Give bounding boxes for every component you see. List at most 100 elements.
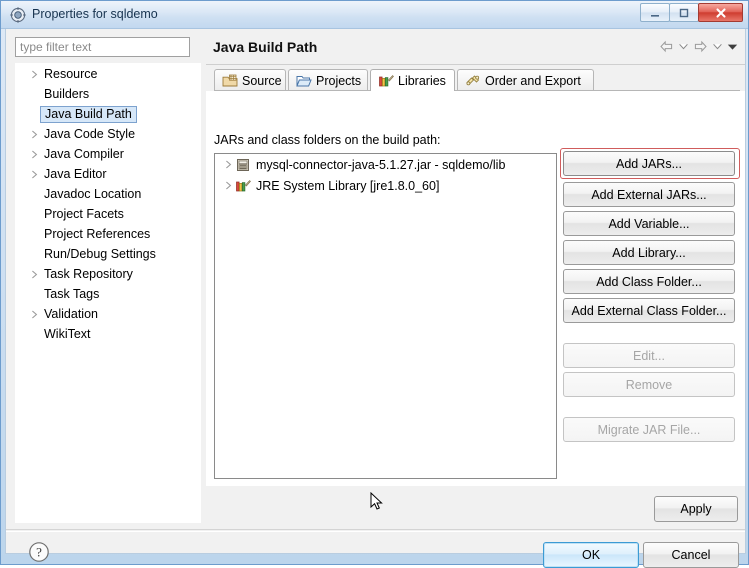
- sidebar-item-java-build-path[interactable]: Java Build Path: [16, 104, 200, 124]
- expand-chevron-right-icon[interactable]: [28, 270, 41, 279]
- sidebar-item-run-debug-settings[interactable]: Run/Debug Settings: [16, 244, 200, 264]
- expand-chevron-right-icon[interactable]: [221, 181, 235, 190]
- action-button-wrapper: Remove: [563, 372, 739, 397]
- footer-divider: [6, 529, 745, 530]
- expand-chevron-right-icon[interactable]: [28, 170, 41, 179]
- action-button-wrapper: Add External JARs...: [563, 182, 739, 207]
- add-variable-button[interactable]: Add Variable...: [563, 211, 735, 236]
- maximize-button[interactable]: [669, 3, 699, 22]
- sidebar-item-java-compiler[interactable]: Java Compiler: [16, 144, 200, 164]
- sidebar-item-task-repository[interactable]: Task Repository: [16, 264, 200, 284]
- expand-chevron-right-icon[interactable]: [28, 130, 41, 139]
- filter-input[interactable]: [15, 37, 190, 57]
- build-path-entry-label: JRE System Library [jre1.8.0_60]: [256, 178, 440, 193]
- add-jars-button[interactable]: Add JARs...: [563, 151, 735, 176]
- action-button-wrapper: Add Variable...: [563, 211, 739, 236]
- build-path-entry-row[interactable]: JRE System Library [jre1.8.0_60]: [215, 175, 556, 196]
- libraries-tab-panel: JARs and class folders on the build path…: [206, 91, 745, 486]
- forward-history-chevron-down-icon[interactable]: [711, 38, 724, 55]
- sidebar-item-resource[interactable]: Resource: [16, 64, 200, 84]
- maximize-icon: [670, 4, 698, 21]
- cancel-button[interactable]: Cancel: [643, 542, 739, 568]
- back-arrow-icon[interactable]: [658, 38, 675, 55]
- list-caption: JARs and class folders on the build path…: [214, 133, 441, 147]
- sidebar-item-task-tags[interactable]: Task Tags: [16, 284, 200, 304]
- sidebar-item-label: Run/Debug Settings: [44, 247, 156, 261]
- forward-arrow-icon[interactable]: [692, 38, 709, 55]
- sidebar-item-label: Task Repository: [44, 267, 133, 281]
- sidebar-item-label: Java Build Path: [40, 105, 137, 123]
- expand-chevron-right-icon[interactable]: [28, 70, 41, 79]
- dialog-client-area: Resource Builders Java Build Path Java Code…: [5, 29, 746, 568]
- window-title: Properties for sqldemo: [32, 7, 158, 21]
- tab-label: Libraries: [398, 73, 446, 88]
- sidebar-item-label: Builders: [44, 87, 90, 101]
- help-question-icon[interactable]: ?: [28, 541, 50, 563]
- build-path-entry-label: mysql-connector-java-5.1.27.jar - sqldem…: [256, 157, 506, 172]
- properties-gear-icon: [10, 7, 26, 23]
- svg-text:?: ?: [36, 545, 42, 560]
- open-folder-icon: [296, 73, 312, 89]
- sidebar-item-builders[interactable]: Builders: [16, 84, 200, 104]
- sidebar-item-wikitext[interactable]: WikiText: [16, 324, 200, 344]
- edit-button: Edit...: [563, 343, 735, 368]
- build-path-entries-list[interactable]: mysql-connector-java-5.1.27.jar - sqldem…: [214, 153, 557, 479]
- page-menu-chevron-down-icon[interactable]: [726, 38, 739, 55]
- action-button-wrapper: Add Class Folder...: [563, 269, 739, 294]
- expand-chevron-right-icon[interactable]: [28, 310, 41, 319]
- remove-button: Remove: [563, 372, 735, 397]
- add-external-jars-button[interactable]: Add External JARs...: [563, 182, 735, 207]
- sidebar-item-label: Java Code Style: [44, 127, 136, 141]
- apply-button[interactable]: Apply: [654, 496, 738, 522]
- tab-projects[interactable]: Projects: [288, 69, 368, 91]
- navigation-controls: [658, 38, 739, 55]
- sidebar-item-project-facets[interactable]: Project Facets: [16, 204, 200, 224]
- action-button-wrapper: Edit...: [563, 343, 739, 368]
- add-library-button[interactable]: Add Library...: [563, 240, 735, 265]
- expand-chevron-right-icon[interactable]: [221, 160, 235, 169]
- page-title: Java Build Path: [213, 39, 318, 55]
- sidebar-item-javadoc-location[interactable]: Javadoc Location: [16, 184, 200, 204]
- tab-order-and-export[interactable]: Order and Export: [457, 69, 594, 91]
- sidebar-item-validation[interactable]: Validation: [16, 304, 200, 324]
- sidebar-item-label: Project Facets: [44, 207, 124, 221]
- library-icon: [235, 178, 251, 194]
- properties-dialog-window: Properties for sqldemo type filter text …: [0, 0, 749, 568]
- tab-libraries[interactable]: Libraries: [370, 69, 455, 91]
- close-button[interactable]: [698, 3, 743, 22]
- tab-label: Source: [242, 73, 282, 88]
- sidebar-item-label: WikiText: [44, 327, 91, 341]
- tab-label: Projects: [316, 73, 362, 88]
- action-button-wrapper: Migrate JAR File...: [563, 417, 739, 442]
- jar-icon: [235, 157, 251, 173]
- tab-source[interactable]: Source: [214, 69, 286, 91]
- sidebar-item-project-references[interactable]: Project References: [16, 224, 200, 244]
- minimize-button[interactable]: [640, 3, 670, 22]
- action-button-wrapper: Add JARs...: [560, 148, 740, 179]
- expand-chevron-right-icon[interactable]: [28, 150, 41, 159]
- page-header: Java Build Path: [206, 29, 745, 65]
- sidebar-item-label: Java Editor: [44, 167, 107, 181]
- build-path-entry-row[interactable]: mysql-connector-java-5.1.27.jar - sqldem…: [215, 154, 556, 175]
- ok-button[interactable]: OK: [543, 542, 639, 568]
- sidebar-item-label: Javadoc Location: [44, 187, 142, 201]
- sidebar-item-label: Task Tags: [44, 287, 100, 301]
- back-history-chevron-down-icon[interactable]: [677, 38, 690, 55]
- sidebar-item-java-code-style[interactable]: Java Code Style: [16, 124, 200, 144]
- add-external-class-folder-button[interactable]: Add External Class Folder...: [563, 298, 735, 323]
- close-icon: [699, 4, 742, 21]
- tab-label: Order and Export: [485, 73, 581, 88]
- action-button-column: Add JARs... Add External JARs... Add Varia…: [560, 148, 740, 446]
- sidebar-item-label: Resource: [44, 67, 98, 81]
- sidebar-item-java-editor[interactable]: Java Editor: [16, 164, 200, 184]
- order-export-icon: [465, 73, 481, 89]
- tab-strip: Source Projects Libraries Order and Export: [214, 69, 740, 91]
- settings-tree[interactable]: Resource Builders Java Build Path Java Code…: [15, 63, 201, 523]
- add-class-folder-button[interactable]: Add Class Folder...: [563, 269, 735, 294]
- sidebar-item-label: Java Compiler: [44, 147, 124, 161]
- sidebar-item-label: Project References: [44, 227, 151, 241]
- libraries-icon: [378, 73, 394, 89]
- title-bar: Properties for sqldemo: [1, 1, 748, 29]
- minimize-icon: [641, 4, 669, 21]
- footer-divider-highlight: [6, 531, 745, 532]
